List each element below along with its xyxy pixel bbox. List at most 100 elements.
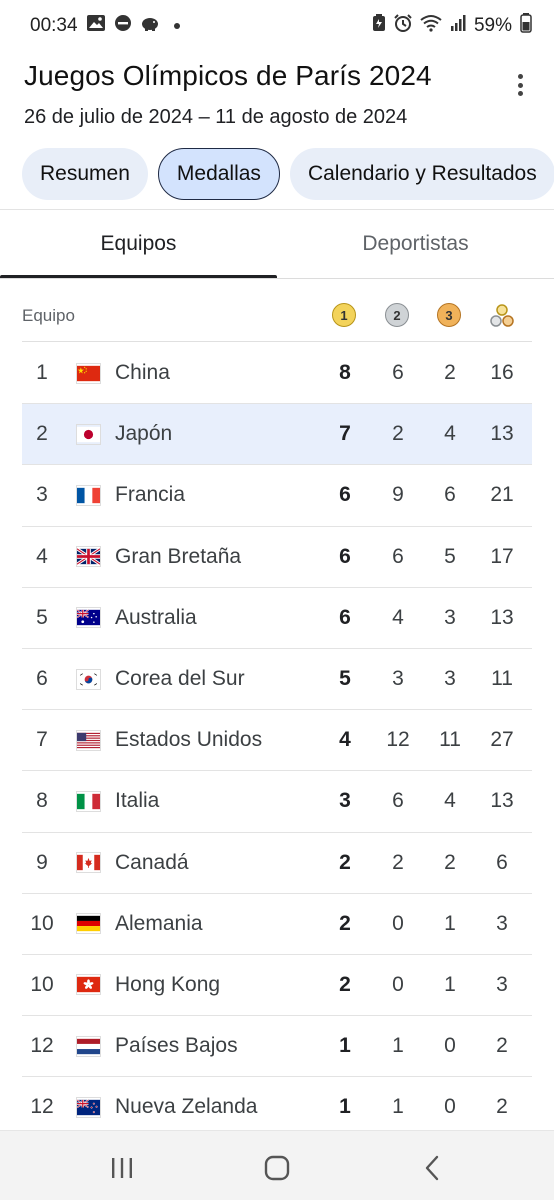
gold-medal-icon[interactable]: 1 (332, 303, 358, 329)
bronze-medal-number: 3 (437, 303, 461, 327)
flag-cn-icon (76, 362, 101, 384)
table-row[interactable]: 1 China 8 6 2 16 (22, 343, 532, 405)
silver-count: 2 (392, 422, 404, 446)
bronze-count: 11 (439, 728, 461, 752)
silver-count: 2 (392, 850, 404, 874)
flag-de-icon (76, 913, 101, 935)
silver-medal-icon[interactable]: 2 (385, 303, 411, 329)
bronze-medal-icon[interactable]: 3 (437, 303, 463, 329)
table-row[interactable]: 2 Japón 7 2 4 13 (22, 404, 532, 466)
country-name: Países Bajos (115, 1034, 238, 1058)
gold-count: 8 (339, 361, 351, 385)
recent-apps-icon[interactable] (107, 1153, 137, 1183)
total-medals-icon[interactable] (489, 303, 515, 329)
table-row[interactable]: 6 Corea del Sur 5 3 3 11 (22, 649, 532, 711)
bronze-count: 1 (444, 911, 456, 935)
rank: 5 (36, 605, 48, 629)
chip-medallas[interactable]: Medallas (157, 148, 280, 200)
rank: 12 (30, 1095, 54, 1119)
table-row[interactable]: 12 Países Bajos 1 1 0 2 (22, 1016, 532, 1078)
flag-nl-icon (76, 1035, 101, 1057)
bronze-count: 3 (444, 605, 456, 629)
silver-count: 1 (392, 1034, 404, 1058)
divider (0, 278, 554, 279)
country-name: Corea del Sur (115, 667, 245, 691)
piggy-bank-icon (140, 14, 160, 38)
total-count: 17 (490, 544, 514, 568)
silver-count: 0 (392, 972, 404, 996)
bronze-count: 2 (444, 361, 456, 385)
system-navigation-bar (0, 1130, 554, 1200)
bronze-count: 4 (444, 422, 456, 446)
table-row[interactable]: 7 Estados Unidos 4 12 11 27 (22, 710, 532, 772)
chip-resumen[interactable]: Resumen (22, 148, 148, 200)
bronze-count: 5 (444, 544, 456, 568)
flag-jp-icon (76, 423, 101, 445)
silver-count: 1 (392, 1095, 404, 1119)
silver-count: 0 (392, 911, 404, 935)
bronze-count: 0 (444, 1034, 456, 1058)
gold-count: 3 (339, 789, 351, 813)
bronze-count: 1 (444, 972, 456, 996)
gold-medal-number: 1 (332, 303, 356, 327)
country-name: China (115, 361, 170, 385)
tab-bar: Equipos Deportistas (0, 210, 554, 278)
rank: 3 (36, 483, 48, 507)
flag-us-icon (76, 729, 101, 751)
total-count: 11 (491, 667, 513, 691)
rank: 4 (36, 544, 48, 568)
total-count: 16 (490, 361, 514, 385)
table-row[interactable]: 10 Hong Kong 2 0 1 3 (22, 955, 532, 1017)
silver-count: 6 (392, 361, 404, 385)
flag-gb-icon (76, 546, 101, 568)
section-chips: Resumen Medallas Calendario y Resultados (22, 148, 554, 200)
more-options-icon[interactable] (508, 72, 532, 98)
table-row[interactable]: 4 Gran Bretaña 6 6 5 17 (22, 527, 532, 588)
status-time: 00:34 (30, 15, 78, 36)
back-icon[interactable] (418, 1153, 448, 1183)
total-count: 3 (496, 911, 508, 935)
flag-it-icon (76, 790, 101, 812)
country-name: Estados Unidos (115, 728, 263, 752)
flag-ca-icon (76, 852, 101, 874)
status-bar-left: 00:34 (30, 14, 180, 38)
country-name: Nueva Zelanda (115, 1095, 258, 1119)
table-row[interactable]: 10 Alemania 2 0 1 3 (22, 894, 532, 955)
rank: 10 (30, 972, 54, 996)
status-bar-right: 59% (372, 13, 532, 39)
table-row[interactable]: 8 Italia 3 6 4 13 (22, 771, 532, 833)
battery-percentage: 59% (473, 15, 512, 36)
gold-count: 1 (339, 1095, 351, 1119)
rank: 8 (36, 789, 48, 813)
rank: 10 (30, 911, 54, 935)
gold-count: 6 (339, 544, 351, 568)
gold-count: 1 (339, 1034, 351, 1058)
chip-calendario-resultados[interactable]: Calendario y Resultados (289, 148, 554, 200)
page-title: Juegos Olímpicos de París 2024 (24, 60, 432, 91)
home-icon[interactable] (262, 1153, 292, 1183)
silver-medal-number: 2 (385, 303, 409, 327)
gallery-notification-icon (86, 14, 106, 38)
gold-count: 5 (339, 667, 351, 691)
bronze-count: 2 (444, 850, 456, 874)
total-count: 3 (496, 972, 508, 996)
flag-hk-icon (76, 974, 101, 996)
total-count: 13 (490, 605, 514, 629)
tab-deportistas[interactable]: Deportistas (277, 210, 554, 278)
silver-count: 9 (392, 483, 404, 507)
tab-equipos[interactable]: Equipos (0, 210, 277, 278)
signal-icon (450, 14, 466, 38)
table-row[interactable]: 9 Canadá 2 2 2 6 (22, 833, 532, 894)
more-notifications-dot-icon (173, 23, 180, 29)
total-count: 27 (490, 728, 514, 752)
gold-count: 7 (339, 422, 351, 446)
country-name: Australia (115, 605, 197, 629)
gold-count: 2 (339, 972, 351, 996)
bronze-count: 4 (444, 789, 456, 813)
table-row[interactable]: 3 Francia 6 9 6 21 (22, 465, 532, 527)
medal-table-header: Equipo 1 2 3 (22, 290, 532, 342)
country-name: Hong Kong (115, 972, 221, 996)
silver-count: 6 (392, 544, 404, 568)
table-row[interactable]: 5 Australia 6 4 3 13 (22, 588, 532, 649)
silver-count: 4 (392, 605, 404, 629)
